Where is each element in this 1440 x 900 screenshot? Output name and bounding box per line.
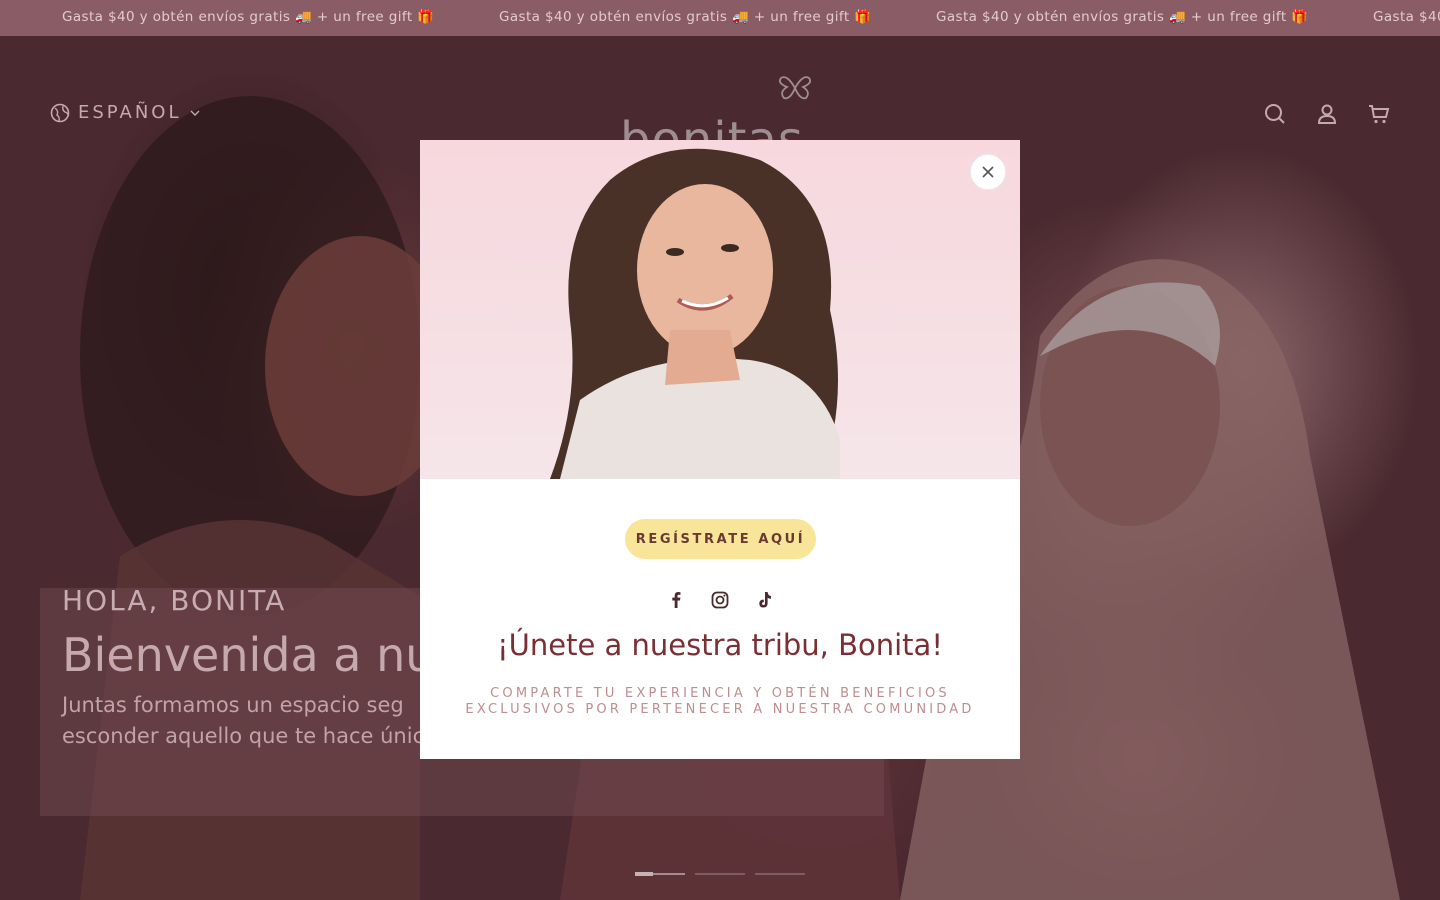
announcement-text: Gasta $40 y obtén envíos gratis 🚚 + un f… — [936, 9, 1309, 25]
hero-eyebrow: HOLA, BONITA — [62, 584, 287, 617]
announcement-text: Gasta $40 y obtén envíos gratis 🚚 + un f… — [499, 9, 872, 25]
model-photo — [550, 148, 840, 479]
language-label: ESPAÑOL — [78, 102, 182, 123]
slide-dot[interactable] — [695, 873, 745, 875]
search-icon[interactable] — [1263, 102, 1287, 126]
butterfly-icon — [778, 76, 812, 100]
modal-subtitle: COMPARTE TU EXPERIENCIA Y OBTÉN BENEFICI… — [465, 686, 975, 717]
announcement-bar: Gasta $40 y obtén envíos gratis 🚚 + un f… — [0, 0, 1440, 36]
hero-subtitle: Juntas formamos un espacio seg esconder … — [62, 693, 437, 748]
account-icon[interactable] — [1315, 102, 1339, 126]
slide-dot[interactable] — [755, 873, 805, 875]
slide-progress — [635, 872, 653, 876]
announcement-text: Gasta $40 y obtén envíos gratis 🚚 + un f… — [1373, 9, 1440, 25]
register-button[interactable]: REGÍSTRATE AQUÍ — [625, 519, 816, 559]
facebook-icon[interactable] — [665, 589, 687, 611]
modal-title: ¡Únete a nuestra tribu, Bonita! — [497, 628, 943, 662]
language-selector[interactable]: ESPAÑOL — [50, 102, 201, 123]
instagram-icon[interactable] — [709, 589, 731, 611]
announcement-text: Gasta $40 y obtén envíos gratis 🚚 + un f… — [62, 9, 435, 25]
cart-icon[interactable] — [1367, 102, 1391, 126]
globe-icon — [50, 103, 70, 122]
slide-dot-active[interactable] — [635, 872, 685, 876]
tiktok-icon[interactable] — [753, 589, 775, 611]
newsletter-modal: REGÍSTRATE AQUÍ ¡Únete a nuestra tribu, … — [420, 140, 1020, 759]
close-button[interactable] — [971, 155, 1005, 189]
social-links — [665, 589, 775, 611]
hero-title: Bienvenida a nu — [62, 628, 435, 682]
chevron-down-icon — [190, 110, 200, 116]
slider-pagination[interactable] — [635, 872, 805, 876]
site-header: ESPAÑOL bonitas — [0, 36, 1440, 168]
modal-image — [420, 140, 1020, 479]
close-icon — [982, 166, 994, 178]
